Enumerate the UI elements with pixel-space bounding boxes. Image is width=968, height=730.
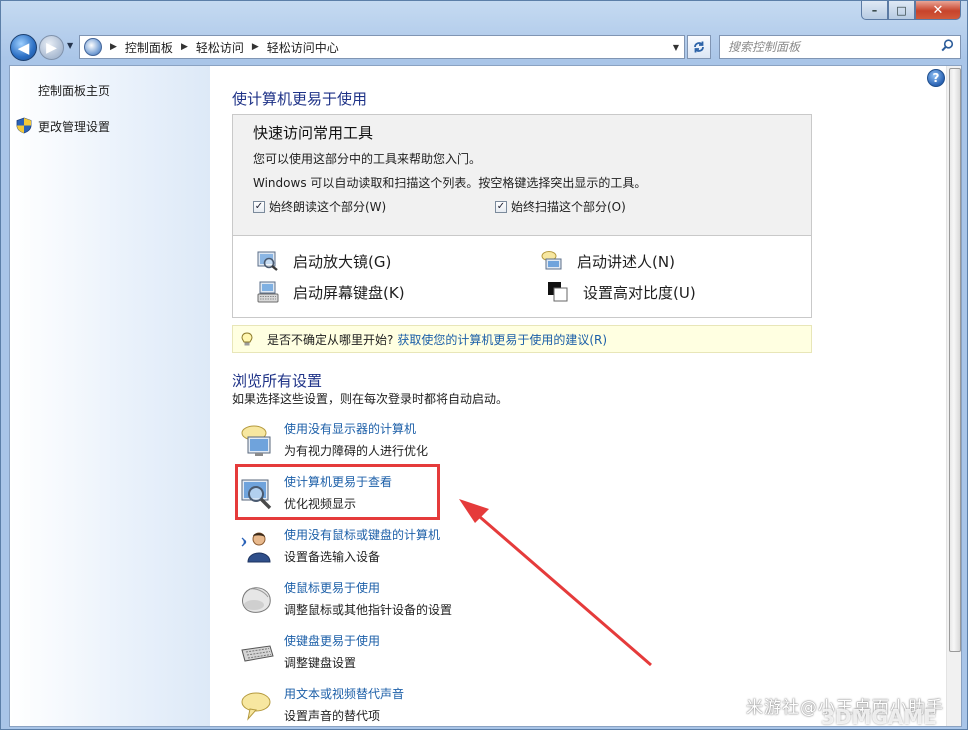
narrator-icon (541, 251, 562, 270)
start-on-screen-keyboard-label: 启动屏幕键盘(K) (293, 283, 405, 302)
settings-item-title[interactable]: 用文本或视频替代声音 (284, 685, 404, 702)
start-magnifier-link[interactable]: 启动放大镜(G) (257, 250, 391, 272)
breadcrumb-ease-of-access-center[interactable]: 轻松访问中心 (267, 39, 339, 56)
tip-bar: 是否不确定从哪里开始? 获取使您的计算机更易于使用的建议(R) (232, 325, 812, 353)
always-read-label: 始终朗读这个部分(W) (269, 200, 387, 214)
get-recommendations-link[interactable]: 获取使您的计算机更易于使用的建议(R) (397, 331, 607, 348)
start-narrator-link[interactable]: 启动讲述人(N) (541, 250, 675, 272)
uac-shield-icon (16, 117, 32, 134)
settings-item-sound-alternatives: 用文本或视频替代声音 设置声音的替代项 (240, 685, 640, 726)
chevron-right-icon[interactable]: ▶ (252, 42, 259, 52)
browse-settings-subtitle: 如果选择这些设置，则在每次登录时都将自动启动。 (232, 392, 509, 406)
settings-item-desc: 设置备选输入设备 (284, 550, 381, 564)
quick-access-box: 快速访问常用工具 您可以使用这部分中的工具来帮助您入门。 Windows 可以自… (232, 114, 812, 318)
content-area: 控制面板主页 更改管理设置 使计算机更易于使用 快速访问常用工具 您可以使用这部… (9, 65, 962, 727)
start-narrator-label: 启动讲述人(N) (577, 252, 675, 271)
settings-item-title[interactable]: 使用没有鼠标或键盘的计算机 (284, 526, 440, 543)
refresh-button[interactable] (687, 35, 711, 59)
chevron-right-icon[interactable]: ▶ (181, 42, 188, 52)
always-scan-checkbox[interactable]: ✓ 始终扫描这个部分(O) (495, 198, 626, 215)
always-scan-label: 始终扫描这个部分(O) (511, 200, 626, 214)
settings-item-no-mouse-keyboard: 使用没有鼠标或键盘的计算机 设置备选输入设备 (240, 526, 640, 572)
settings-item-title[interactable]: 使用没有显示器的计算机 (284, 420, 416, 437)
control-panel-window: – □ ✕ ◀ ▶ ▼ ▶ 控制面板 ▶ 轻松访问 ▶ 轻松访问中心 ▼ 搜索控… (0, 0, 968, 730)
magnifier-icon (257, 251, 278, 271)
recent-pages-dropdown[interactable]: ▼ (67, 41, 73, 50)
settings-item-title[interactable]: 使键盘更易于使用 (284, 632, 380, 649)
checkbox-checked-icon[interactable]: ✓ (495, 200, 507, 213)
lightbulb-icon (241, 331, 253, 345)
keyboard-icon (241, 645, 274, 662)
control-panel-icon (84, 38, 102, 56)
person-speaking-icon (241, 532, 271, 563)
screen-speech-icon (241, 425, 271, 456)
settings-item-desc: 为有视力障碍的人进行优化 (284, 444, 429, 458)
settings-item-keyboard: 使键盘更易于使用 调整键盘设置 (240, 632, 640, 678)
search-box[interactable] (719, 35, 961, 59)
sidebar: 控制面板主页 更改管理设置 (10, 66, 210, 726)
speech-bubble-icon (241, 692, 271, 721)
browse-settings-heading: 浏览所有设置 (232, 372, 323, 390)
sidebar-item-control-panel-home[interactable]: 控制面板主页 (38, 82, 110, 99)
minimize-button[interactable]: – (861, 1, 888, 20)
vertical-scrollbar[interactable] (946, 66, 961, 726)
back-button[interactable]: ◀ (10, 34, 37, 61)
high-contrast-icon (548, 282, 568, 302)
settings-item-desc: 调整键盘设置 (284, 656, 357, 670)
start-on-screen-keyboard-link[interactable]: 启动屏幕键盘(K) (257, 281, 405, 303)
forward-button[interactable]: ▶ (39, 35, 64, 60)
quick-access-title: 快速访问常用工具 (253, 124, 374, 142)
page-title: 使计算机更易于使用 (232, 90, 368, 108)
start-magnifier-label: 启动放大镜(G) (293, 252, 392, 271)
refresh-icon (694, 41, 704, 53)
address-bar[interactable]: ▶ 控制面板 ▶ 轻松访问 ▶ 轻松访问中心 ▼ (79, 35, 685, 59)
tip-text: 是否不确定从哪里开始? (267, 332, 394, 347)
settings-item-title[interactable]: 使鼠标更易于使用 (284, 579, 380, 596)
always-read-checkbox[interactable]: ✓ 始终朗读这个部分(W) (253, 198, 386, 215)
set-high-contrast-link[interactable]: 设置高对比度(U) (547, 281, 696, 303)
caption-buttons: – □ ✕ (861, 1, 961, 20)
on-screen-keyboard-icon (257, 281, 279, 303)
quick-access-header: 快速访问常用工具 您可以使用这部分中的工具来帮助您入门。 Windows 可以自… (233, 115, 811, 236)
mouse-icon (242, 587, 271, 613)
quick-access-desc: 您可以使用这部分中的工具来帮助您入门。 (253, 152, 482, 166)
set-high-contrast-label: 设置高对比度(U) (583, 283, 696, 302)
sidebar-item-change-admin-settings[interactable]: 更改管理设置 (38, 118, 110, 135)
breadcrumb-ease-of-access[interactable]: 轻松访问 (196, 39, 244, 56)
settings-item-mouse: 使鼠标更易于使用 调整鼠标或其他指针设备的设置 (240, 579, 640, 625)
maximize-button[interactable]: □ (888, 1, 915, 20)
quick-access-desc-scan: Windows 可以自动读取和扫描这个列表。按空格键选择突出显示的工具。 (253, 176, 647, 190)
annotation-highlight-box (235, 464, 440, 520)
main-panel: 使计算机更易于使用 快速访问常用工具 您可以使用这部分中的工具来帮助您入门。 W… (210, 66, 946, 726)
settings-item-no-display: 使用没有显示器的计算机 为有视力障碍的人进行优化 (240, 420, 640, 466)
chevron-right-icon[interactable]: ▶ (110, 42, 117, 52)
scrollbar-thumb[interactable] (949, 68, 961, 652)
settings-item-desc: 设置声音的替代项 (284, 709, 381, 723)
help-button[interactable]: ? (927, 69, 945, 87)
navigation-bar: ◀ ▶ ▼ ▶ 控制面板 ▶ 轻松访问 ▶ 轻松访问中心 ▼ (1, 31, 967, 63)
search-icon[interactable] (941, 38, 954, 56)
breadcrumb-control-panel[interactable]: 控制面板 (125, 39, 173, 56)
address-dropdown-icon[interactable]: ▼ (668, 43, 684, 52)
checkbox-checked-icon[interactable]: ✓ (253, 200, 265, 213)
watermark-logo: 3DMGAME (821, 705, 937, 729)
close-button[interactable]: ✕ (915, 1, 961, 20)
search-input[interactable] (728, 40, 928, 54)
settings-item-desc: 调整鼠标或其他指针设备的设置 (284, 603, 453, 617)
